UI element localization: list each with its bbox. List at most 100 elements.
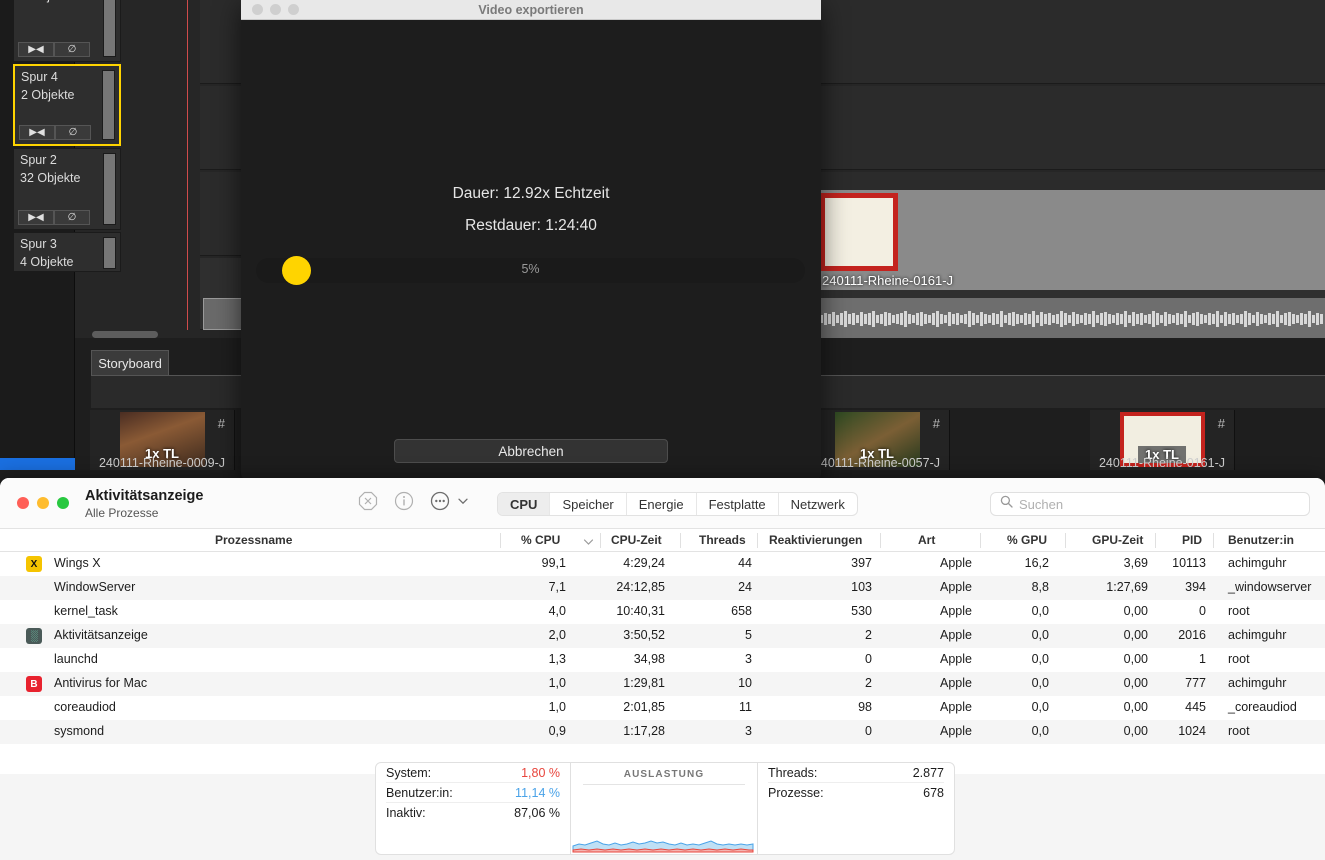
thumbnail-label: 240111-Rheine-0161-J bbox=[1098, 456, 1225, 470]
window-controls bbox=[17, 497, 69, 509]
dialog-titlebar[interactable]: Video exportieren bbox=[241, 0, 821, 20]
grid-icon[interactable]: # bbox=[1218, 416, 1225, 431]
track-header-list: 1 Objekt ▶◀ ∅ Spur 4 2 Objekte ▶◀ ∅ Spur… bbox=[13, 0, 125, 330]
timeline-clip-preview[interactable]: 240111-Rheine-0161-J bbox=[820, 190, 1325, 290]
fit-icon[interactable]: ▶◀ bbox=[18, 210, 54, 225]
list-item[interactable]: # 1x TL 240111-Rheine-0057-J bbox=[805, 410, 950, 470]
duration-text: Dauer: 12.92x Echtzeit bbox=[452, 185, 610, 202]
page-subtitle: Alle Prozesse bbox=[85, 506, 159, 520]
column-header-pid[interactable]: PID bbox=[1182, 533, 1202, 547]
list-item[interactable]: # 1x TL 240111-Rheine-0009-J bbox=[90, 410, 235, 470]
minimize-icon[interactable] bbox=[270, 4, 281, 15]
cell-pid: 777 bbox=[1185, 676, 1206, 690]
stat-value: 678 bbox=[923, 786, 944, 800]
activity-monitor-toolbar: Aktivitätsanzeige Alle Prozesse CPU Spei… bbox=[0, 478, 1325, 528]
cpu-load-stats-box: System: 1,80 % Benutzer:in: 11,14 % Inak… bbox=[375, 762, 571, 855]
cell-user: achimguhr bbox=[1228, 556, 1287, 570]
cell-user: achimguhr bbox=[1228, 676, 1287, 690]
table-row[interactable]: coreaudiod 1,0 2:01,85 11 98 Apple 0,0 0,00 445 _… bbox=[0, 696, 1325, 720]
stat-label: Threads: bbox=[768, 765, 818, 780]
playhead[interactable] bbox=[187, 0, 188, 330]
export-progress-bar: 5% bbox=[256, 256, 805, 285]
table-row[interactable]: sysmond 0,9 1:17,28 3 0 Apple 0,0 0,00 1024 root bbox=[0, 720, 1325, 744]
close-icon[interactable] bbox=[252, 4, 263, 15]
search-field[interactable]: Suchen bbox=[990, 492, 1310, 516]
column-header-benutzer[interactable]: Benutzer:in bbox=[1228, 533, 1294, 547]
list-item[interactable]: # 1x TL 240111-Rheine-0161-J bbox=[1090, 410, 1235, 470]
table-row[interactable]: launchd 1,3 34,98 3 0 Apple 0,0 0,00 1 root bbox=[0, 648, 1325, 672]
table-row[interactable]: WindowServer 7,1 24:12,85 24 103 Apple 8,8 1:27… bbox=[0, 576, 1325, 600]
clip-thumbnail bbox=[820, 193, 898, 271]
stat-label: Benutzer:in: bbox=[386, 785, 453, 800]
tab-speicher[interactable]: Speicher bbox=[550, 493, 627, 515]
cell-user: root bbox=[1228, 604, 1250, 618]
stat-row-prozesse: Prozesse: 678 bbox=[768, 783, 944, 803]
audio-track[interactable] bbox=[820, 298, 1325, 338]
track-header-3[interactable]: Spur 2 32 Objekte ▶◀ ∅ bbox=[13, 148, 121, 230]
column-header-cpu-zeit[interactable]: CPU-Zeit bbox=[611, 533, 662, 547]
tab-cpu[interactable]: CPU bbox=[498, 493, 551, 515]
cell-pid: 0 bbox=[1199, 604, 1206, 618]
dialog-body: Dauer: 12.92x Echtzeit Restdauer: 1:24:4… bbox=[241, 20, 821, 481]
cell-pid: 445 bbox=[1185, 700, 1206, 714]
more-options-icon[interactable] bbox=[430, 491, 450, 511]
toolbar-icon-group bbox=[358, 491, 469, 511]
column-header-prozessname[interactable]: Prozessname bbox=[215, 533, 292, 547]
track-header-4[interactable]: Spur 3 4 Objekte bbox=[13, 232, 121, 272]
column-header-threads[interactable]: Threads bbox=[699, 533, 746, 547]
disable-icon[interactable]: ∅ bbox=[54, 42, 90, 57]
minimize-icon[interactable] bbox=[37, 497, 49, 509]
cell-user: root bbox=[1228, 724, 1250, 738]
cancel-button[interactable]: Abbrechen bbox=[394, 439, 668, 463]
column-header-gpu-zeit[interactable]: GPU-Zeit bbox=[1092, 533, 1143, 547]
column-header-art[interactable]: Art bbox=[918, 533, 935, 547]
tab-netzwerk[interactable]: Netzwerk bbox=[779, 493, 857, 515]
track-meter[interactable] bbox=[103, 237, 116, 269]
track-meter[interactable] bbox=[102, 70, 115, 140]
window-controls bbox=[252, 4, 299, 15]
tab-energie[interactable]: Energie bbox=[627, 493, 697, 515]
stop-process-icon[interactable] bbox=[358, 491, 378, 511]
column-header-cpu-percent[interactable]: % CPU bbox=[521, 533, 560, 547]
info-icon[interactable] bbox=[394, 491, 414, 511]
table-row[interactable]: X Wings X 99,1 4:29,24 44 397 Apple 16,2 3,69 101… bbox=[0, 552, 1325, 576]
table-row[interactable]: kernel_task 4,0 10:40,31 658 530 Apple 0,0 0,00… bbox=[0, 600, 1325, 624]
table-row[interactable]: ░ Aktivitätsanzeige 2,0 3:50,52 5 2 Apple 0,0 0,… bbox=[0, 624, 1325, 648]
column-header-reaktivierungen[interactable]: Reaktivierungen bbox=[769, 533, 862, 547]
chevron-down-icon[interactable] bbox=[457, 495, 469, 507]
clip-filename-label: 240111-Rheine-0161-J bbox=[822, 273, 954, 288]
editor-selection-bar bbox=[0, 458, 75, 470]
stat-value: 87,06 % bbox=[514, 806, 560, 820]
cell-user: _coreaudiod bbox=[1228, 700, 1297, 714]
stat-value: 1,80 % bbox=[521, 765, 560, 780]
maximize-icon[interactable] bbox=[57, 497, 69, 509]
close-icon[interactable] bbox=[17, 497, 29, 509]
maximize-icon[interactable] bbox=[288, 4, 299, 15]
search-icon bbox=[1000, 495, 1013, 513]
track-header-2[interactable]: Spur 4 2 Objekte ▶◀ ∅ bbox=[13, 64, 121, 146]
track-meter[interactable] bbox=[103, 0, 116, 57]
tab-festplatte[interactable]: Festplatte bbox=[697, 493, 779, 515]
track-meter[interactable] bbox=[103, 153, 116, 225]
grid-icon[interactable]: # bbox=[933, 416, 940, 431]
page-title: Aktivitätsanzeige bbox=[85, 488, 204, 504]
stat-label: Inaktiv: bbox=[386, 806, 426, 820]
track-header-1[interactable]: 1 Objekt ▶◀ ∅ bbox=[13, 0, 121, 62]
thread-process-stats-box: Threads: 2.877 Prozesse: 678 bbox=[757, 762, 955, 855]
disable-icon[interactable]: ∅ bbox=[55, 125, 91, 140]
column-header-gpu-percent[interactable]: % GPU bbox=[1007, 533, 1047, 547]
fit-icon[interactable]: ▶◀ bbox=[19, 125, 55, 140]
progress-indicator bbox=[282, 256, 311, 285]
grid-icon[interactable]: # bbox=[218, 416, 225, 431]
search-placeholder: Suchen bbox=[1019, 496, 1064, 512]
cell-pid: 2016 bbox=[1178, 628, 1206, 642]
process-table[interactable]: X Wings X 99,1 4:29,24 44 397 Apple 16,2 3,69 101… bbox=[0, 552, 1325, 774]
table-row[interactable]: B Antivirus for Mac 1,0 1:29,81 10 2 Apple 0,0 0… bbox=[0, 672, 1325, 696]
disable-icon[interactable]: ∅ bbox=[54, 210, 90, 225]
cell-user: achimguhr bbox=[1228, 628, 1287, 642]
tab-storyboard[interactable]: Storyboard bbox=[91, 350, 169, 376]
cell-pid: 394 bbox=[1185, 580, 1206, 594]
fit-icon[interactable]: ▶◀ bbox=[18, 42, 54, 57]
sort-indicator-icon[interactable] bbox=[583, 535, 594, 549]
graph-title: AUSLASTUNG bbox=[583, 763, 745, 785]
